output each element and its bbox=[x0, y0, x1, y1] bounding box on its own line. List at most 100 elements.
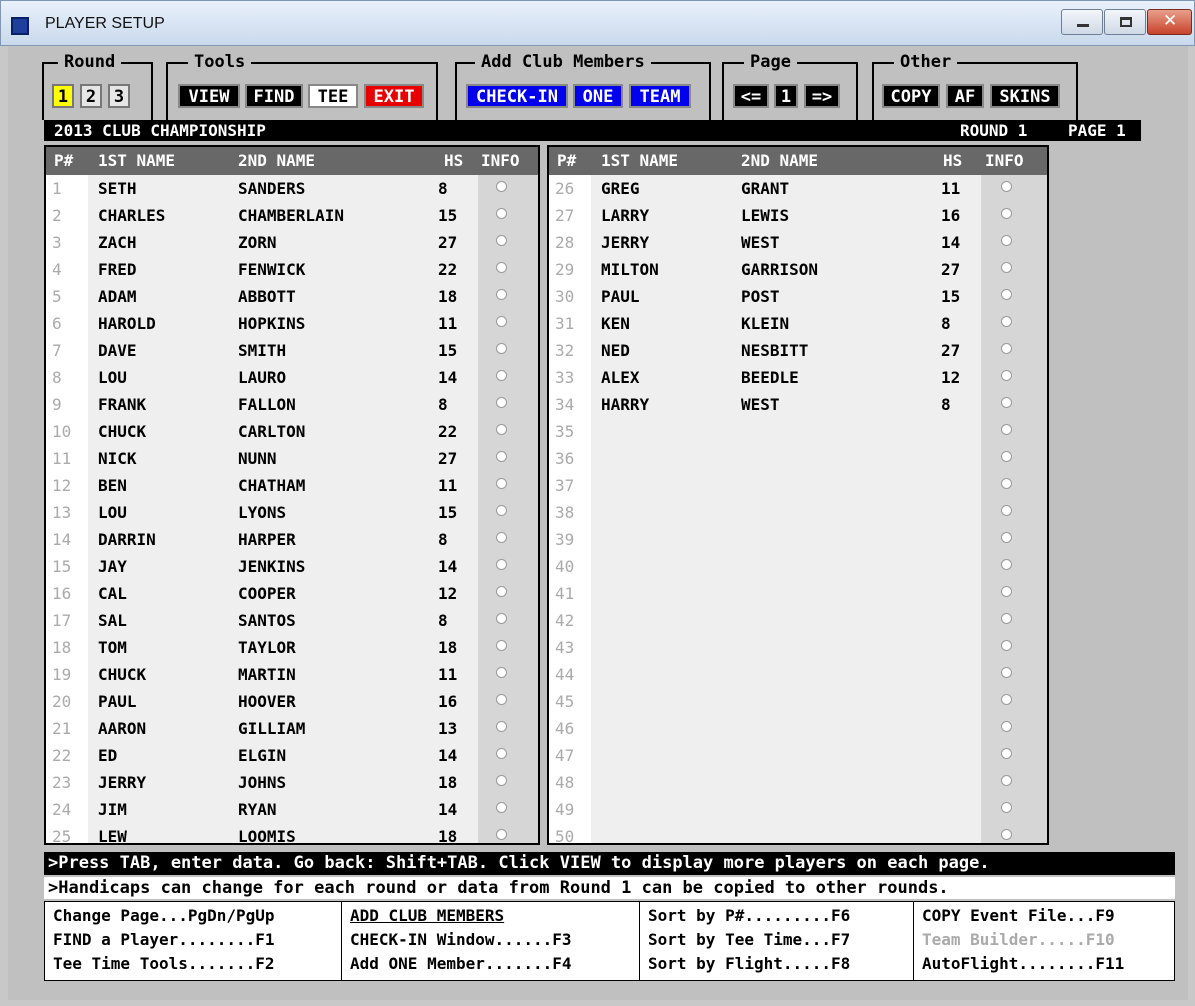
table-row[interactable]: 33 ALEX BEEDLE 12 bbox=[549, 364, 1047, 391]
info-radio[interactable] bbox=[496, 721, 507, 732]
fkey-tee-time-tools[interactable]: Tee Time Tools.......F2 bbox=[53, 952, 275, 976]
table-row[interactable]: 47 bbox=[549, 742, 1047, 769]
player-last-name[interactable]: ABBOTT bbox=[238, 283, 296, 310]
player-handicap[interactable]: 14 bbox=[438, 553, 457, 580]
info-radio[interactable] bbox=[496, 235, 507, 246]
player-handicap[interactable]: 16 bbox=[941, 202, 960, 229]
table-row[interactable]: 48 bbox=[549, 769, 1047, 796]
table-row[interactable]: 21 AARON GILLIAM 13 bbox=[46, 715, 538, 742]
info-radio[interactable] bbox=[496, 559, 507, 570]
player-handicap[interactable]: 11 bbox=[438, 310, 457, 337]
info-radio[interactable] bbox=[496, 613, 507, 624]
player-first-name[interactable]: DARRIN bbox=[98, 526, 156, 553]
fkey-find-player[interactable]: FIND a Player........F1 bbox=[53, 928, 275, 952]
player-last-name[interactable]: HOOVER bbox=[238, 688, 296, 715]
info-radio[interactable] bbox=[1001, 586, 1012, 597]
next-page-button[interactable]: => bbox=[804, 84, 840, 108]
player-handicap[interactable]: 8 bbox=[941, 310, 951, 337]
close-button[interactable]: ✕ bbox=[1147, 9, 1192, 35]
player-number[interactable]: 41 bbox=[555, 580, 574, 607]
player-number[interactable]: 17 bbox=[52, 607, 71, 634]
player-number[interactable]: 13 bbox=[52, 499, 71, 526]
player-number[interactable]: 47 bbox=[555, 742, 574, 769]
minimize-button[interactable] bbox=[1061, 9, 1103, 35]
fkey-sort-by-pn[interactable]: Sort by P#.........F6 bbox=[648, 904, 850, 928]
player-last-name[interactable]: SMITH bbox=[238, 337, 286, 364]
info-radio[interactable] bbox=[496, 802, 507, 813]
player-first-name[interactable]: JERRY bbox=[601, 229, 649, 256]
info-radio[interactable] bbox=[1001, 532, 1012, 543]
player-last-name[interactable]: NESBITT bbox=[741, 337, 808, 364]
fkey-sort-by-flight[interactable]: Sort by Flight.....F8 bbox=[648, 952, 850, 976]
player-last-name[interactable]: LOOMIS bbox=[238, 823, 296, 850]
player-first-name[interactable]: CHUCK bbox=[98, 661, 146, 688]
player-handicap[interactable]: 15 bbox=[438, 337, 457, 364]
player-number[interactable]: 24 bbox=[52, 796, 71, 823]
player-number[interactable]: 50 bbox=[555, 823, 574, 850]
player-number[interactable]: 45 bbox=[555, 688, 574, 715]
info-radio[interactable] bbox=[1001, 775, 1012, 786]
info-radio[interactable] bbox=[496, 667, 507, 678]
table-row[interactable]: 6 HAROLD HOPKINS 11 bbox=[46, 310, 538, 337]
info-radio[interactable] bbox=[1001, 748, 1012, 759]
player-handicap[interactable]: 8 bbox=[438, 175, 448, 202]
player-number[interactable]: 34 bbox=[555, 391, 574, 418]
player-handicap[interactable]: 18 bbox=[438, 634, 457, 661]
info-radio[interactable] bbox=[1001, 640, 1012, 651]
player-first-name[interactable]: ZACH bbox=[98, 229, 137, 256]
player-first-name[interactable]: GREG bbox=[601, 175, 640, 202]
player-first-name[interactable]: AARON bbox=[98, 715, 146, 742]
player-last-name[interactable]: BEEDLE bbox=[741, 364, 799, 391]
table-row[interactable]: 31 KEN KLEIN 8 bbox=[549, 310, 1047, 337]
player-last-name[interactable]: SANDERS bbox=[238, 175, 305, 202]
player-number[interactable]: 7 bbox=[52, 337, 62, 364]
player-handicap[interactable]: 15 bbox=[941, 283, 960, 310]
player-last-name[interactable]: GRANT bbox=[741, 175, 789, 202]
player-last-name[interactable]: CHATHAM bbox=[238, 472, 305, 499]
table-row[interactable]: 46 bbox=[549, 715, 1047, 742]
copy-button[interactable]: COPY bbox=[882, 84, 940, 108]
player-handicap[interactable]: 12 bbox=[941, 364, 960, 391]
player-first-name[interactable]: ED bbox=[98, 742, 117, 769]
player-number[interactable]: 14 bbox=[52, 526, 71, 553]
player-last-name[interactable]: JENKINS bbox=[238, 553, 305, 580]
fkey-sort-by-tee-time[interactable]: Sort by Tee Time...F7 bbox=[648, 928, 850, 952]
player-first-name[interactable]: SETH bbox=[98, 175, 137, 202]
player-number[interactable]: 29 bbox=[555, 256, 574, 283]
table-row[interactable]: 18 TOM TAYLOR 18 bbox=[46, 634, 538, 661]
player-handicap[interactable]: 14 bbox=[438, 796, 457, 823]
player-handicap[interactable]: 18 bbox=[438, 283, 457, 310]
player-last-name[interactable]: NUNN bbox=[238, 445, 277, 472]
table-row[interactable]: 14 DARRIN HARPER 8 bbox=[46, 526, 538, 553]
exit-button[interactable]: EXIT bbox=[364, 84, 424, 108]
table-row[interactable]: 23 JERRY JOHNS 18 bbox=[46, 769, 538, 796]
player-number[interactable]: 48 bbox=[555, 769, 574, 796]
player-number[interactable]: 8 bbox=[52, 364, 62, 391]
info-radio[interactable] bbox=[496, 262, 507, 273]
af-button[interactable]: AF bbox=[946, 84, 984, 108]
table-row[interactable]: 7 DAVE SMITH 15 bbox=[46, 337, 538, 364]
player-number[interactable]: 11 bbox=[52, 445, 71, 472]
add-one-button[interactable]: ONE bbox=[573, 84, 623, 108]
player-handicap[interactable]: 27 bbox=[438, 445, 457, 472]
player-last-name[interactable]: WEST bbox=[741, 391, 780, 418]
tee-button[interactable]: TEE bbox=[308, 84, 358, 108]
player-handicap[interactable]: 14 bbox=[438, 742, 457, 769]
player-handicap[interactable]: 8 bbox=[438, 526, 448, 553]
player-handicap[interactable]: 12 bbox=[438, 580, 457, 607]
player-number[interactable]: 49 bbox=[555, 796, 574, 823]
player-last-name[interactable]: CARLTON bbox=[238, 418, 305, 445]
info-radio[interactable] bbox=[496, 181, 507, 192]
table-row[interactable]: 49 bbox=[549, 796, 1047, 823]
round-3-button[interactable]: 3 bbox=[108, 84, 130, 108]
find-button[interactable]: FIND bbox=[245, 84, 303, 108]
player-number[interactable]: 23 bbox=[52, 769, 71, 796]
player-handicap[interactable]: 22 bbox=[438, 418, 457, 445]
player-handicap[interactable]: 15 bbox=[438, 499, 457, 526]
player-first-name[interactable]: HARRY bbox=[601, 391, 649, 418]
table-row[interactable]: 37 bbox=[549, 472, 1047, 499]
player-last-name[interactable]: LEWIS bbox=[741, 202, 789, 229]
player-number[interactable]: 4 bbox=[52, 256, 62, 283]
player-number[interactable]: 38 bbox=[555, 499, 574, 526]
player-number[interactable]: 43 bbox=[555, 634, 574, 661]
